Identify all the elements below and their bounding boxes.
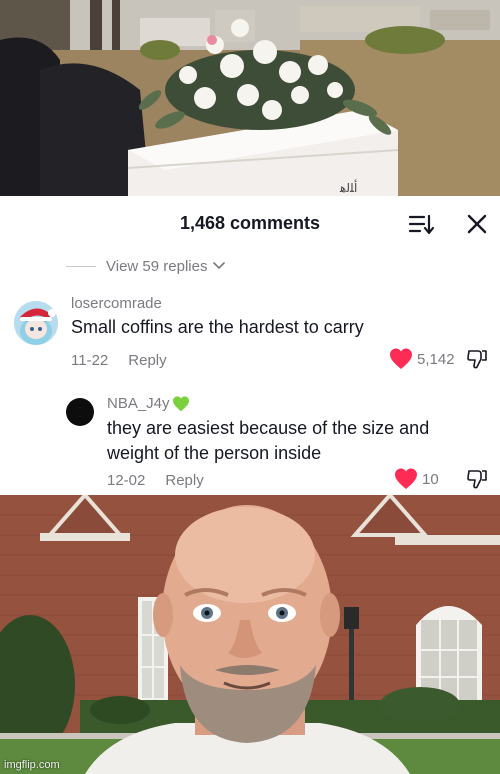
reply-item: NBA_J4y they are easiest because of the … [0,388,500,495]
comment-text: Small coffins are the hardest to carry [71,317,364,337]
comment-text: they are easiest because of the size and… [107,416,429,466]
green-heart-icon [172,395,189,411]
comment-item: losercomrade Small coffins are the harde… [0,288,500,378]
thumbs-down-icon[interactable] [466,348,488,370]
watermark: imgflip.com [4,759,60,771]
reaction-photo: imgflip.com [0,495,500,774]
view-replies-label: View 59 replies [106,257,208,275]
username-text: NBA_J4y [107,395,170,412]
like-button[interactable]: 5,142 [389,348,455,370]
comment-text-line: they are easiest because of the size and [107,418,430,438]
sort-icon[interactable] [408,213,434,235]
reply-button[interactable]: Reply [165,472,203,489]
thread-divider [66,265,96,267]
comment-username[interactable]: NBA_J4y [107,395,190,412]
close-icon[interactable] [466,213,488,235]
reply-button[interactable]: Reply [128,352,166,369]
heart-filled-icon [390,348,412,369]
like-count: 5,142 [417,350,455,368]
comment-text-line: weight of the person inside [107,443,322,463]
comment-date: 11-22 [71,352,109,369]
view-replies-link[interactable]: View 59 replies [66,254,226,278]
comments-header: 1,468 comments [0,196,500,252]
comment-username[interactable]: losercomrade [71,295,162,312]
avatar[interactable] [14,301,58,345]
like-count: 10 [422,470,439,488]
svg-text:ﺃﻠﻟﻫ: ﺃﻠﻟﻫ [339,179,357,195]
comments-panel: 1,468 comments View 59 replies losercomr… [0,196,500,495]
chevron-down-icon [213,262,226,270]
like-button[interactable]: 10 [394,468,439,490]
comment-meta: 11-22 Reply [71,352,167,369]
comment-meta: 12-02 Reply [107,472,204,489]
heart-filled-icon [395,468,417,489]
thumbs-down-icon[interactable] [466,468,488,490]
avatar[interactable] [66,398,94,426]
funeral-photo: ﺃﻠﻟﻫ [0,0,500,196]
comment-date: 12-02 [107,472,146,489]
